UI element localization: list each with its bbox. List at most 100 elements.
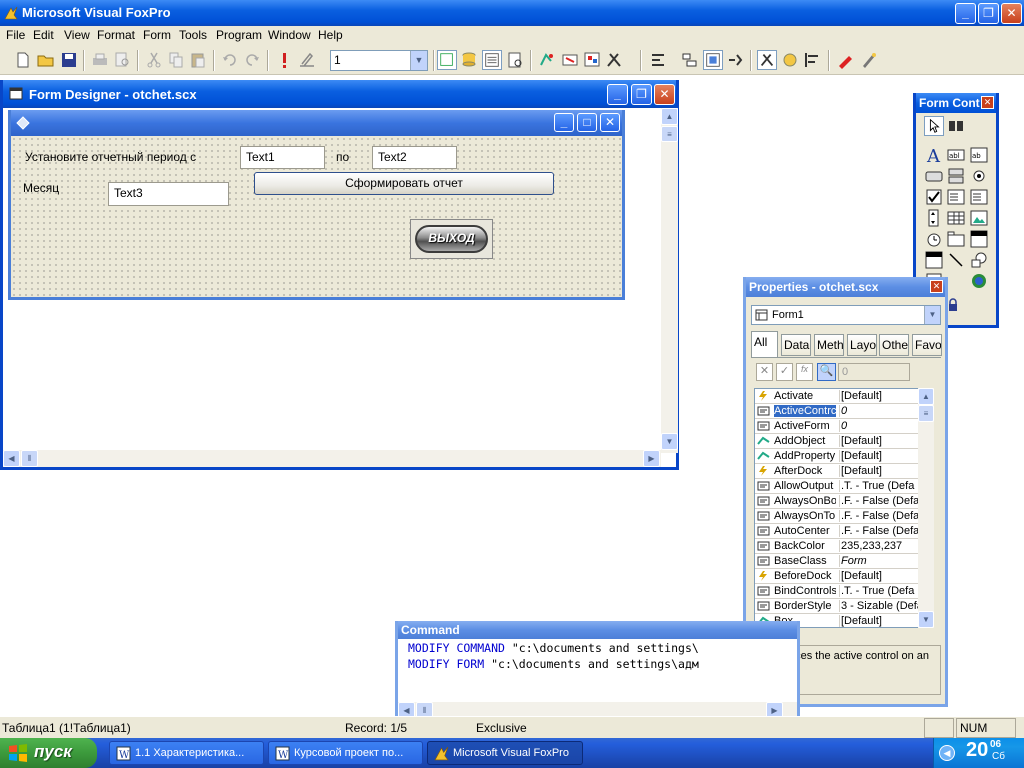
form1-maximize-button[interactable]: □ [577,113,597,132]
property-row[interactable]: BeforeDock [Default] [755,569,933,584]
print-preview-icon[interactable] [112,50,132,70]
image-tool-icon[interactable] [969,208,989,228]
bring-to-front-icon[interactable] [726,50,746,70]
timer-tool-icon[interactable] [924,229,944,249]
tab-methods[interactable]: Metho [814,334,844,356]
label-month[interactable]: Месяц [23,181,59,195]
form1-close-button[interactable]: ✕ [600,113,620,132]
combobox-tool-icon[interactable] [946,187,966,207]
menu-help[interactable]: Help [318,28,343,42]
taskbar-item-foxpro[interactable]: Microsoft Visual FoxPro [427,741,583,765]
menu-tools[interactable]: Tools [179,28,207,42]
listbox-tool-icon[interactable] [969,187,989,207]
menu-edit[interactable]: Edit [33,28,54,42]
form-control-toolbar-icon[interactable] [560,50,580,70]
menu-form[interactable]: Form [143,28,171,42]
menu-view[interactable]: View [64,28,90,42]
menu-format[interactable]: Format [97,28,135,42]
property-row[interactable]: ActiveForm 0 [755,419,933,434]
open-icon[interactable] [36,50,56,70]
command-line-2[interactable]: MODIFY FORM "c:\documents and settings\а… [408,657,699,671]
hyperlink-tool-icon[interactable] [969,271,989,291]
fc-close-icon[interactable]: ✕ [981,96,994,109]
cut-icon[interactable] [144,50,164,70]
taskbar-item-word-1[interactable]: W 1.1 Характеристика... [109,741,264,765]
fd-close-button[interactable]: ✕ [654,84,675,105]
app-titlebar[interactable]: Microsoft Visual FoxPro _ ❐ ✕ [0,0,1024,26]
autoformat-icon[interactable] [780,50,800,70]
restore-button[interactable]: ❐ [978,3,999,24]
copy-icon[interactable] [166,50,186,70]
scroll-thumb-h[interactable]: ⦀ [21,450,38,467]
taskbar-item-word-2[interactable]: W Курсовой проект по... [268,741,423,765]
tab-all[interactable]: All [751,331,778,357]
command-line-1[interactable]: MODIFY COMMAND "c:\documents and setting… [408,641,699,655]
shape-tool-icon[interactable] [969,250,989,270]
align-left-icon[interactable] [802,50,822,70]
chevron-down-icon[interactable]: ▼ [410,51,427,70]
chevron-down-icon[interactable]: ▼ [924,306,940,324]
properties-window-icon[interactable] [482,50,502,70]
scroll-right-icon[interactable]: ▶ [643,450,660,467]
scroll-left-icon[interactable]: ◀ [3,450,20,467]
property-row[interactable]: AllowOutput .T. - True (Defa [755,479,933,494]
form1-window[interactable]: _ □ ✕ Установите отчетный период с Text1… [8,110,625,300]
form1-minimize-button[interactable]: _ [554,113,574,132]
draw-tool-icon[interactable] [836,50,856,70]
text1-textbox[interactable]: Text1 [240,146,325,169]
generate-report-button[interactable]: Сформировать отчет [254,172,554,195]
grid-tool-icon[interactable] [946,208,966,228]
close-button[interactable]: ✕ [1001,3,1022,24]
properties-close-icon[interactable]: ✕ [930,280,943,293]
prop-vertical-scrollbar[interactable]: ▲ ≡ ▼ [918,388,934,628]
lock-icon[interactable] [946,298,960,312]
property-value-box[interactable]: 0 [838,363,910,381]
run-icon[interactable] [274,50,294,70]
show-hidden-icons-icon[interactable]: ◀ [939,745,955,761]
property-row[interactable]: BindControls .T. - True (Defa [755,584,933,599]
paste-icon[interactable] [188,50,208,70]
fd-vertical-scrollbar[interactable]: ▲ ≡ ▼ [661,108,678,453]
start-button[interactable]: пуск [0,738,97,768]
option-group-tool-icon[interactable] [969,166,989,186]
tab-order-icon[interactable] [648,50,668,70]
form1-titlebar[interactable]: _ □ ✕ [11,110,622,136]
command-titlebar[interactable]: Command [398,621,797,639]
text3-textbox[interactable]: Text3 [108,182,229,206]
minimize-button[interactable]: _ [955,3,976,24]
checkbox-tool-icon[interactable] [924,187,944,207]
accept-icon[interactable]: ✓ [776,363,793,381]
new-icon[interactable] [13,50,33,70]
menu-program[interactable]: Program [216,28,262,42]
select-objects-icon[interactable] [924,116,944,136]
modify-form-icon[interactable] [297,50,317,70]
fd-horizontal-scrollbar[interactable]: ◀ ⦀ ▶ [3,450,661,467]
data-environment-icon[interactable] [537,50,557,70]
spinner-tool-icon[interactable] [924,208,944,228]
view-classes-icon[interactable] [946,116,966,136]
scroll-thumb[interactable]: ≡ [661,126,678,142]
scroll-down-icon[interactable]: ▼ [661,433,678,450]
tab-data[interactable]: Data [781,334,811,356]
object-selector[interactable]: Form1 ▼ [751,305,941,325]
label-to[interactable]: по [336,150,349,164]
wizard-icon[interactable] [859,50,879,70]
editbox-tool-icon[interactable]: ab [969,145,989,165]
layout-toolbar-icon[interactable] [604,50,624,70]
property-row[interactable]: AddObject [Default] [755,434,933,449]
scroll-up-icon[interactable]: ▲ [661,108,678,125]
tab-favorites[interactable]: Favo [912,334,942,356]
oleboundcontrol-tool-icon[interactable] [969,229,989,249]
scroll-up-icon[interactable]: ▲ [918,388,934,405]
property-row[interactable]: ActiveContrc 0 [755,404,933,419]
form-controls-titlebar[interactable]: Form Cont ✕ [916,93,996,113]
olecontainer-tool-icon[interactable] [924,250,944,270]
label-tool-icon[interactable]: A [924,145,944,165]
text2-textbox[interactable]: Text2 [372,146,457,169]
menu-window[interactable]: Window [268,28,311,42]
form-designer-icon[interactable] [437,50,457,70]
color-palette-icon[interactable] [582,50,602,70]
property-row[interactable]: AfterDock [Default] [755,464,933,479]
pageframe-tool-icon[interactable] [946,229,966,249]
property-row[interactable]: AddProperty [Default] [755,449,933,464]
